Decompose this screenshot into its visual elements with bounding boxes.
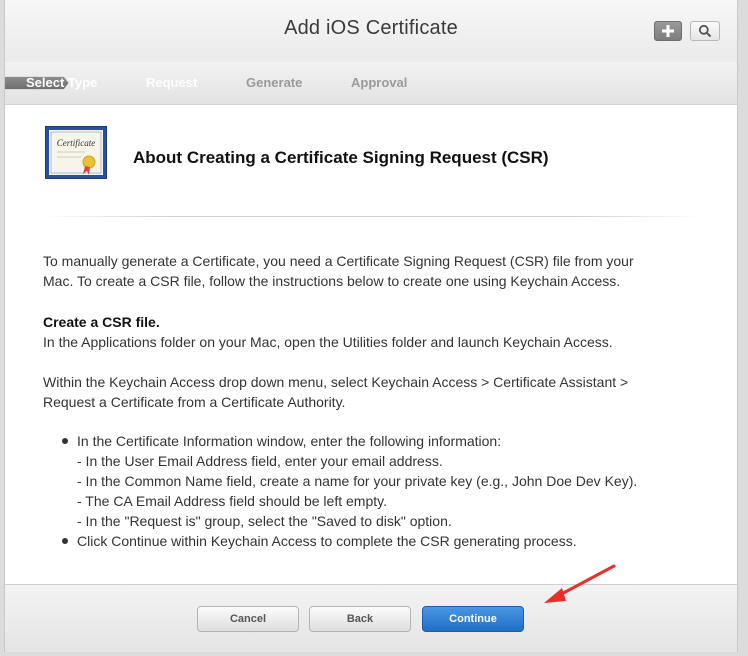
annotation-arrow-icon [544,564,616,603]
step-request: Request [146,75,198,90]
progress-steps: Select Type Request Generate Approval [5,62,737,105]
search-icon [698,24,712,38]
search-button[interactable] [690,21,720,41]
bullet-dot [62,438,68,444]
plus-icon [662,25,674,37]
list-subitem: - In the "Request is" group, select the … [77,513,452,529]
cancel-button[interactable]: Cancel [197,606,299,632]
list-item: Click Continue within Keychain Access to… [61,531,721,551]
intro-line-2: Mac. To create a CSR file, follow the in… [43,273,621,289]
bullet-dot [62,538,68,544]
back-button[interactable]: Back [309,606,411,632]
intro-text: To manually generate a Certificate, you … [43,251,713,291]
instruction-list: In the Certificate Information window, e… [61,431,721,551]
step-generate: Generate [246,75,303,90]
csr-instructions: In the Applications folder on your Mac, … [43,334,613,350]
menu-line-2: Request a Certificate from a Certificate… [43,394,346,410]
list-item: In the Certificate Information window, e… [61,431,721,451]
list-subitem: - In the Common Name field, create a nam… [77,473,638,489]
step-select-type: Select Type [26,75,98,90]
menu-instructions: Within the Keychain Access drop down men… [43,372,713,412]
csr-title: Create a CSR file. [43,314,160,330]
csr-section: Create a CSR file. In the Applications f… [43,312,713,352]
section-heading: About Creating a Certificate Signing Req… [133,148,549,167]
certificate-text: Certificate [57,138,96,148]
add-button[interactable] [654,21,682,41]
bullet-text: Click Continue within Keychain Access to… [77,533,577,549]
page-title: Add iOS Certificate [284,17,458,39]
continue-button[interactable]: Continue [422,606,524,632]
step-approval: Approval [351,75,408,90]
certificate-panel: Add iOS Certificate Select Type Request … [4,0,738,652]
menu-line-1: Within the Keychain Access drop down men… [43,374,629,390]
divider [43,216,703,217]
header-bar: Add iOS Certificate [5,0,737,63]
bullet-text: In the Certificate Information window, e… [77,433,502,449]
list-subitem: - The CA Email Address field should be l… [77,493,387,509]
list-subitem: - In the User Email Address field, enter… [77,453,443,469]
intro-line-1: To manually generate a Certificate, you … [43,253,634,269]
certificate-icon: Certificate [45,126,107,179]
